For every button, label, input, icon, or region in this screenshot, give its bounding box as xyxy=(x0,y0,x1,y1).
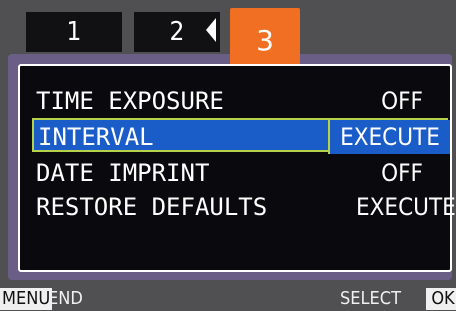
menu-item-value: EXECUTE xyxy=(328,120,450,154)
menu-end-label: END xyxy=(48,288,83,309)
menu-item-time-exposure[interactable]: TIME EXPOSURE OFF xyxy=(26,84,450,118)
tab-arrow-left-icon xyxy=(206,18,216,42)
menu-item-label: RESTORE DEFAULTS xyxy=(36,193,268,221)
menu-item-value: OFF xyxy=(381,87,423,115)
ok-key-badge[interactable]: OK xyxy=(426,288,456,310)
menu-item-date-imprint[interactable]: DATE IMPRINT OFF xyxy=(26,156,450,190)
menu-key-badge[interactable]: MENU xyxy=(0,288,53,310)
menu-item-value: EXECUTE xyxy=(356,193,456,221)
menu-item-label: INTERVAL xyxy=(38,123,154,151)
menu-item-value: OFF xyxy=(381,159,423,187)
camera-menu-screen: 1 2 3 TIME EXPOSURE OFF INTERVAL EXECUTE… xyxy=(0,0,456,311)
footer-hints: MENU END SELECT OK xyxy=(0,284,456,311)
menu-item-interval-selected[interactable]: INTERVAL EXECUTE xyxy=(32,118,450,154)
menu-item-label: DATE IMPRINT xyxy=(36,159,210,187)
select-label: SELECT xyxy=(340,288,401,309)
tab-1[interactable]: 1 xyxy=(26,12,122,52)
menu-item-restore-defaults[interactable]: RESTORE DEFAULTS EXECUTE xyxy=(26,190,456,224)
menu-item-label: TIME EXPOSURE xyxy=(36,87,224,115)
